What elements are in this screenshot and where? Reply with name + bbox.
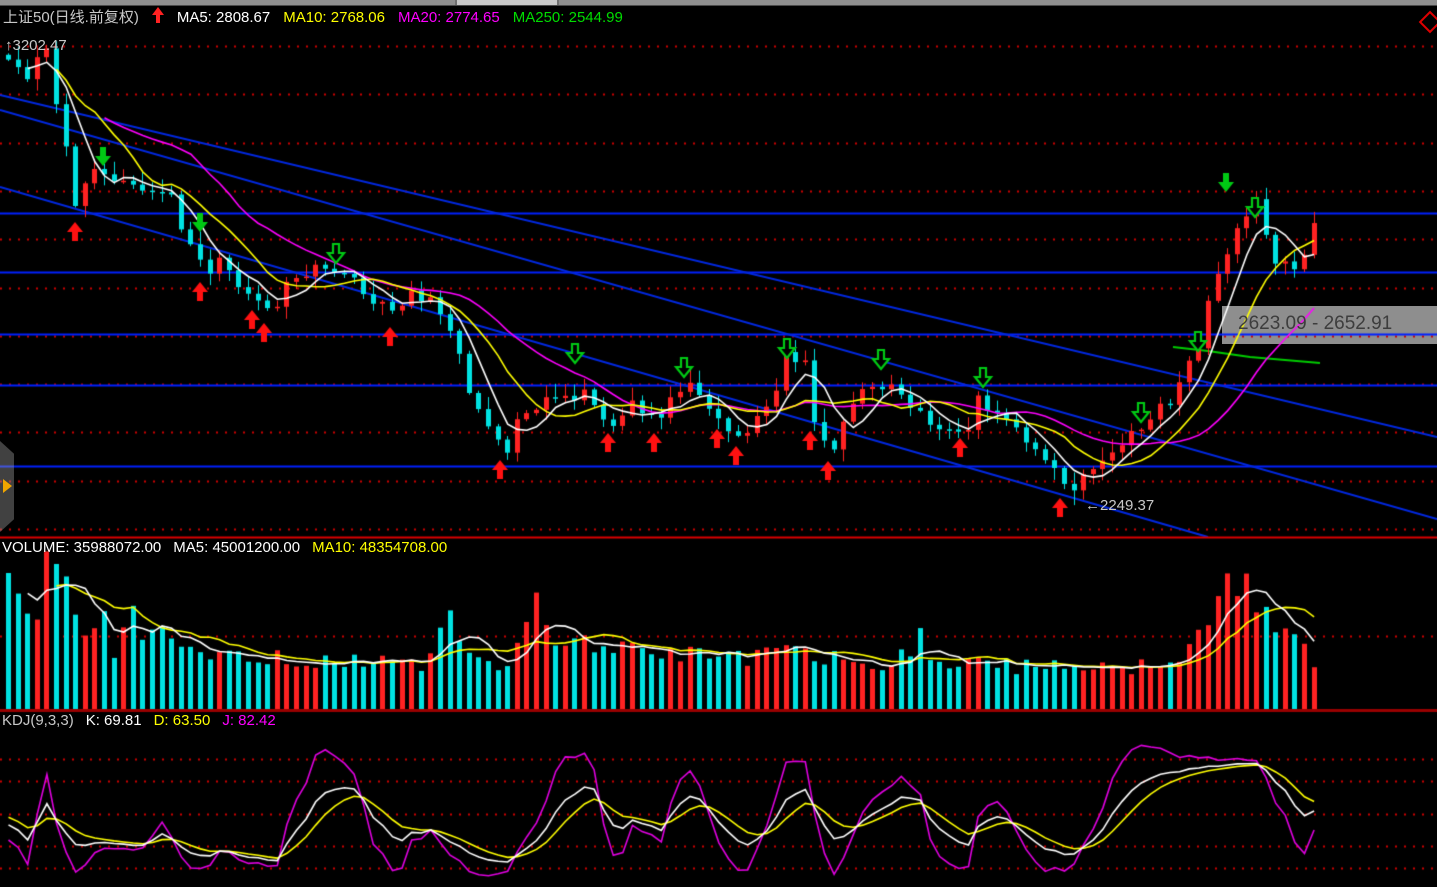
- volume-ma5-value: MA5: 45001200.00: [173, 539, 300, 557]
- stock-chart-window: 上证50(日线.前复权) MA5: 2808.67 MA10: 2768.06 …: [0, 0, 1437, 887]
- main-chart-header: 上证50(日线.前复权) MA5: 2808.67 MA10: 2768.06 …: [3, 7, 623, 28]
- red-up-arrow-icon: [152, 7, 164, 28]
- kdj-j-value: J: 82.42: [222, 712, 275, 730]
- volume-pane-header: VOLUME: 35988072.00 MA5: 45001200.00 MA1…: [2, 539, 447, 557]
- chart-canvas[interactable]: [0, 0, 1437, 887]
- kdj-k-value: K: 69.81: [86, 712, 142, 730]
- volume-value: VOLUME: 35988072.00: [2, 539, 161, 557]
- high-marker-icon: ↑: [5, 37, 13, 54]
- ma20-value: MA20: 2774.65: [398, 9, 500, 27]
- side-panel-expand-tab[interactable]: [0, 441, 14, 532]
- ma250-value: MA250: 2544.99: [513, 9, 623, 27]
- volume-ma10-value: MA10: 48354708.00: [312, 539, 447, 557]
- kdj-d-value: D: 63.50: [154, 712, 211, 730]
- kdj-indicator-name: KDJ(9,3,3): [2, 712, 74, 730]
- high-price-label: ↑3202.47: [5, 37, 67, 55]
- scrollbar-thumb[interactable]: [455, 0, 559, 5]
- low-price-label: ←2249.37: [1085, 497, 1154, 515]
- kdj-pane-header: KDJ(9,3,3) K: 69.81 D: 63.50 J: 82.42: [2, 712, 276, 730]
- ma10-value: MA10: 2768.06: [283, 9, 385, 27]
- ma5-value: MA5: 2808.67: [177, 9, 270, 27]
- symbol-title: 上证50(日线.前复权): [3, 9, 139, 27]
- expand-arrow-icon: [3, 479, 12, 493]
- price-range-label: 2623.09 - 2652.91: [1238, 315, 1392, 333]
- top-scrollbar[interactable]: [0, 0, 1437, 6]
